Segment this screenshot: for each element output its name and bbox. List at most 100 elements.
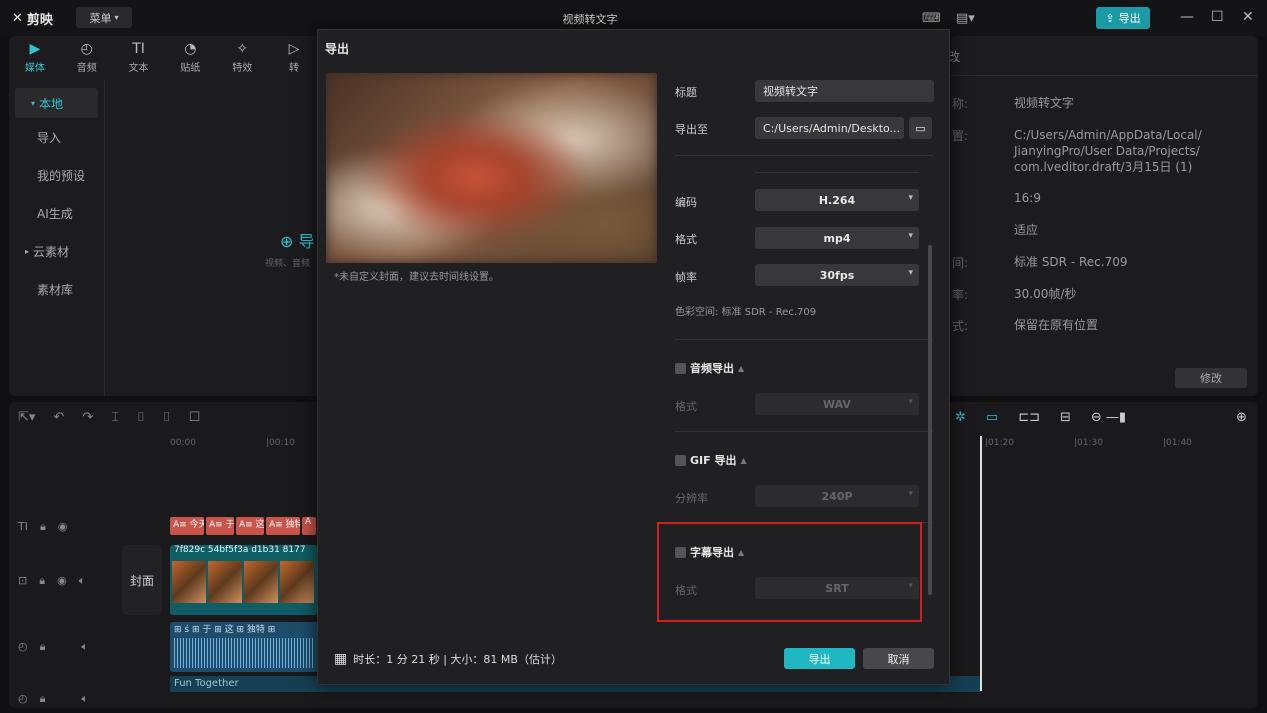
subtitle-clip[interactable]: A≡ 于: [206, 517, 234, 535]
preview-axis-icon[interactable]: ⊟: [1060, 410, 1071, 425]
audio-clips[interactable]: ⊞ ś ⊞ 于 ⊞ 这 ⊞ 独特 ⊞: [170, 622, 318, 672]
chevron-down-icon: ▾: [908, 489, 913, 499]
maximize-icon[interactable]: ☐: [1211, 9, 1224, 25]
title-input[interactable]: 视频转文字: [755, 80, 934, 102]
codec-select[interactable]: H.264▾: [755, 189, 919, 211]
ruler-tick-1: |00:10: [266, 438, 295, 448]
timeline-ruler-left: 00:00 |00:10: [170, 438, 295, 448]
ruler-tick-0: 00:00: [170, 438, 196, 448]
sidebar-item-import[interactable]: 导入: [9, 118, 104, 156]
window-title: 视频转文字: [0, 11, 1180, 27]
format-label: 格式: [675, 231, 697, 247]
split-preview-icon[interactable]: ⊏⊐: [1018, 410, 1040, 425]
gif-export-title: GIF 导出: [690, 452, 736, 468]
duration-size-text: 时长：1 分 21 秒 | 大小：81 MB（估计）: [353, 651, 562, 667]
audio-export-toggle[interactable]: 音频导出▲: [675, 360, 744, 376]
caret-up-icon: ▲: [740, 456, 746, 465]
cover-button[interactable]: 封面: [122, 545, 162, 615]
tab-effects-label: 特效: [232, 59, 252, 74]
ruler-tick-2: |01:20: [985, 438, 1014, 448]
chevron-down-icon: ▾: [908, 397, 913, 407]
split-right-icon[interactable]: ⌷: [163, 410, 171, 425]
video-clips[interactable]: 7f829c 54bf5f3a d1b31 8177: [170, 545, 318, 615]
sidebar-item-cloud-label: 云素材: [33, 243, 69, 260]
gif-resolution-label: 分辨率: [675, 490, 708, 506]
top-export-button[interactable]: ⇪ 导出: [1096, 7, 1150, 29]
info-label-path: 置:: [952, 127, 968, 144]
eye-icon[interactable]: ◉: [58, 520, 68, 534]
subtitle-clip[interactable]: A≡ 独特: [266, 517, 300, 535]
video-clip-ids: 7f829c 54bf5f3a d1b31 8177: [170, 545, 318, 559]
timeline-toolbar: ⇱▾ ↶ ↷ ⌶ ⌷ ⌷ ☐: [18, 410, 200, 425]
folder-icon[interactable]: ▭: [909, 117, 932, 139]
minimize-icon[interactable]: —: [1180, 9, 1194, 25]
sidebar-item-ai[interactable]: AI生成: [9, 194, 104, 232]
info-value-ratio: 16:9: [1014, 190, 1041, 206]
sidebar-item-local[interactable]: ▾本地: [15, 88, 98, 118]
gif-resolution-value: 240P: [821, 490, 852, 503]
export-button[interactable]: 导出: [784, 648, 855, 669]
export-path-input[interactable]: C:/Users/Admin/Deskto...: [755, 117, 904, 139]
eye-icon[interactable]: ◉: [57, 574, 67, 588]
sidebar-item-cloud[interactable]: ▸云素材: [9, 232, 104, 270]
audio-format-select[interactable]: WAV▾: [755, 393, 919, 415]
timeline-right-tools: ✲ ▭ ⊏⊐ ⊟ ⊖ —▮: [955, 410, 1126, 425]
audio-waveform: [174, 638, 314, 668]
lock-icon[interactable]: 🔒︎: [40, 692, 46, 706]
tab-effects[interactable]: ✧ 特效: [216, 36, 268, 80]
text-track-head: TI 🔒︎ ◉: [18, 520, 67, 534]
playhead[interactable]: [980, 436, 982, 691]
redo-icon[interactable]: ↷: [82, 410, 93, 425]
gif-export-toggle[interactable]: GIF 导出 ▲: [675, 452, 747, 468]
split-left-icon[interactable]: ⌷: [137, 410, 145, 425]
volume-icon[interactable]: 🔈︎: [81, 692, 88, 706]
info-value-name: 视频转文字: [1014, 95, 1074, 111]
split-icon[interactable]: ⌶: [111, 410, 119, 425]
delete-icon[interactable]: ☐: [189, 410, 201, 425]
import-button[interactable]: ⊕ 导: [280, 228, 315, 252]
volume-icon[interactable]: 🔈︎: [81, 640, 88, 654]
sidebar-item-library[interactable]: 素材库: [9, 270, 104, 308]
subtitle-clip[interactable]: A≡ 这: [236, 517, 264, 535]
video-thumbnail: [280, 561, 314, 603]
cover-preview[interactable]: [326, 73, 657, 263]
layout-icon[interactable]: ▤▾: [956, 11, 975, 26]
zoom-out-icon[interactable]: ⊖ —▮: [1091, 410, 1126, 425]
cancel-button[interactable]: 取消: [863, 648, 934, 669]
sidebar-item-presets[interactable]: 我的预设: [9, 156, 104, 194]
lock-icon[interactable]: 🔒︎: [40, 520, 46, 534]
volume-icon[interactable]: 🔈︎: [79, 574, 86, 588]
info-value-colorspace: 标准 SDR - Rec.709: [1014, 254, 1127, 270]
tab-sticker[interactable]: ◔贴纸: [164, 36, 216, 80]
zoom-in-icon[interactable]: ⊕: [1236, 410, 1247, 425]
info-label-colorspace: 间:: [952, 254, 968, 271]
effects-icon: ✧: [236, 41, 248, 57]
subtitle-clip[interactable]: A≡ 今天: [170, 517, 204, 535]
text-track-icon: TI: [18, 520, 28, 534]
keyboard-icon[interactable]: ⌨: [922, 11, 941, 26]
subtitle-clip[interactable]: A: [302, 517, 316, 535]
tab-text[interactable]: TI文本: [113, 36, 165, 80]
dialog-scrollbar[interactable]: [928, 245, 932, 595]
gif-resolution-select[interactable]: 240P ▾: [755, 485, 919, 507]
tab-transition[interactable]: ▷转: [268, 36, 320, 80]
draft-info-panel: [950, 36, 1258, 396]
close-icon[interactable]: ✕: [1242, 9, 1254, 25]
tab-media[interactable]: ▶媒体: [9, 36, 61, 80]
lock-icon[interactable]: 🔒︎: [39, 574, 45, 588]
text-icon: TI: [132, 41, 145, 57]
lock-icon[interactable]: 🔒︎: [40, 640, 46, 654]
edit-info-button[interactable]: 修改: [1175, 368, 1247, 388]
gif-export-checkbox[interactable]: [675, 455, 686, 466]
magnet-icon[interactable]: ✲: [955, 410, 966, 425]
audio-export-checkbox[interactable]: [675, 363, 686, 374]
undo-icon[interactable]: ↶: [53, 410, 64, 425]
format-select[interactable]: mp4▾: [755, 227, 919, 249]
framerate-select[interactable]: 30fps▾: [755, 264, 919, 286]
select-tool-icon[interactable]: ⇱▾: [18, 410, 35, 425]
caret-down-icon: ▾: [31, 99, 35, 108]
title-label: 标题: [675, 84, 697, 100]
link-icon[interactable]: ▭: [986, 410, 998, 425]
highlight-box: [657, 522, 922, 622]
tab-audio[interactable]: ◴音频: [61, 36, 113, 80]
